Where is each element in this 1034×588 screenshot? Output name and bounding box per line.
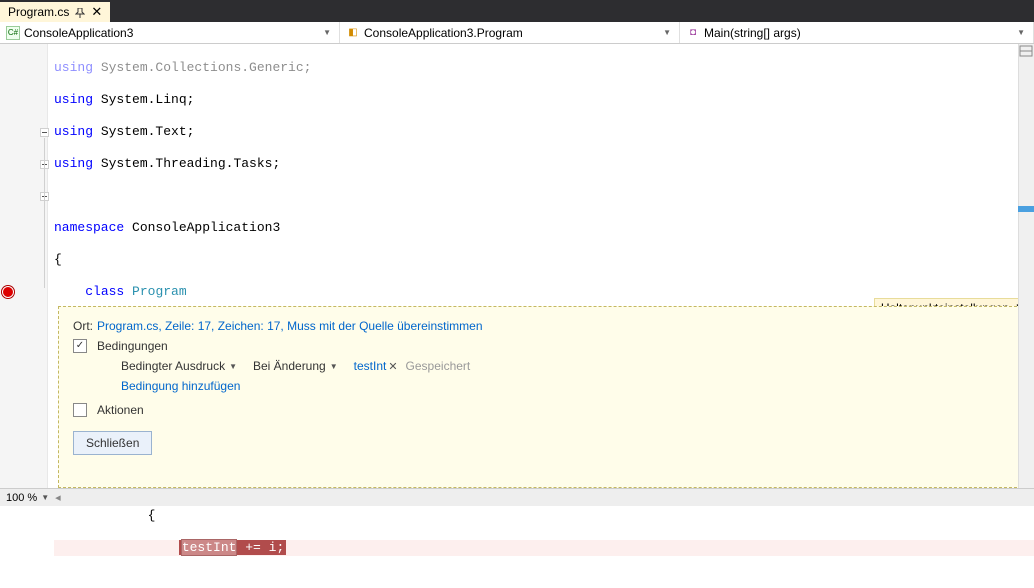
tab-program-cs[interactable]: Program.cs ✕ (0, 2, 110, 22)
csharp-project-icon: C# (6, 26, 20, 40)
condition-type-combo[interactable]: Bedingter Ausdruck ▼ (121, 359, 237, 373)
actions-checkbox[interactable] (73, 403, 87, 417)
method-icon: ◘ (686, 26, 700, 40)
nav-method-combo[interactable]: ◘ Main(string[] args) ▼ (680, 22, 1034, 43)
nav-project-label: ConsoleApplication3 (24, 26, 133, 40)
chevron-down-icon: ▼ (229, 362, 237, 371)
remove-condition-icon[interactable]: ✕ (388, 360, 397, 373)
nav-method-label: Main(string[] args) (704, 26, 801, 40)
tab-close-icon[interactable]: ✕ (91, 4, 102, 20)
editor-area[interactable]: using System.Collections.Generic; using … (0, 44, 1034, 488)
chevron-down-icon: ▼ (41, 493, 49, 502)
conditions-label: Bedingungen (97, 339, 168, 353)
vertical-scrollbar[interactable] (1018, 44, 1034, 488)
status-bar: 100 % ▼ ◂ (0, 488, 1034, 506)
chevron-left-icon[interactable]: ◂ (55, 491, 61, 504)
close-button[interactable]: Schließen (73, 431, 152, 455)
chevron-down-icon: ▼ (1017, 28, 1025, 37)
tab-bar: Program.cs ✕ (0, 0, 1034, 22)
nav-class-label: ConsoleApplication3.Program (364, 26, 523, 40)
condition-expression[interactable]: testInt (354, 359, 387, 373)
add-condition-link[interactable]: Bedingung hinzufügen (121, 379, 240, 393)
actions-row: Aktionen (73, 403, 1017, 417)
nav-class-combo[interactable]: ◧ ConsoleApplication3.Program ▼ (340, 22, 680, 43)
location-link[interactable]: Program.cs, Zeile: 17, Zeichen: 17, Muss… (97, 319, 483, 333)
conditions-checkbox[interactable]: ✓ (73, 339, 87, 353)
split-view-icon[interactable] (1019, 45, 1033, 57)
zoom-value: 100 % (6, 492, 37, 504)
nav-project-combo[interactable]: C# ConsoleApplication3 ▼ (0, 22, 340, 43)
scroll-marker (1018, 206, 1034, 212)
chevron-down-icon: ▼ (663, 28, 671, 37)
breakpoint-line: testInt += i; (54, 540, 1034, 556)
location-row: Ort: Program.cs, Zeile: 17, Zeichen: 17,… (73, 319, 1017, 333)
chevron-down-icon: ▼ (323, 28, 331, 37)
conditions-row: ✓ Bedingungen (73, 339, 1017, 353)
actions-label: Aktionen (97, 403, 144, 417)
class-icon: ◧ (346, 26, 360, 40)
condition-mode-combo[interactable]: Bei Änderung ▼ (253, 359, 338, 373)
breakpoint-settings-panel: Ort: Program.cs, Zeile: 17, Zeichen: 17,… (58, 306, 1032, 488)
nav-bar: C# ConsoleApplication3 ▼ ◧ ConsoleApplic… (0, 22, 1034, 44)
location-label: Ort: (73, 319, 93, 333)
pin-icon[interactable] (75, 7, 85, 17)
saved-label: Gespeichert (406, 359, 471, 373)
zoom-combo[interactable]: 100 % ▼ (6, 492, 49, 504)
tab-title: Program.cs (8, 5, 69, 19)
chevron-down-icon: ▼ (330, 362, 338, 371)
